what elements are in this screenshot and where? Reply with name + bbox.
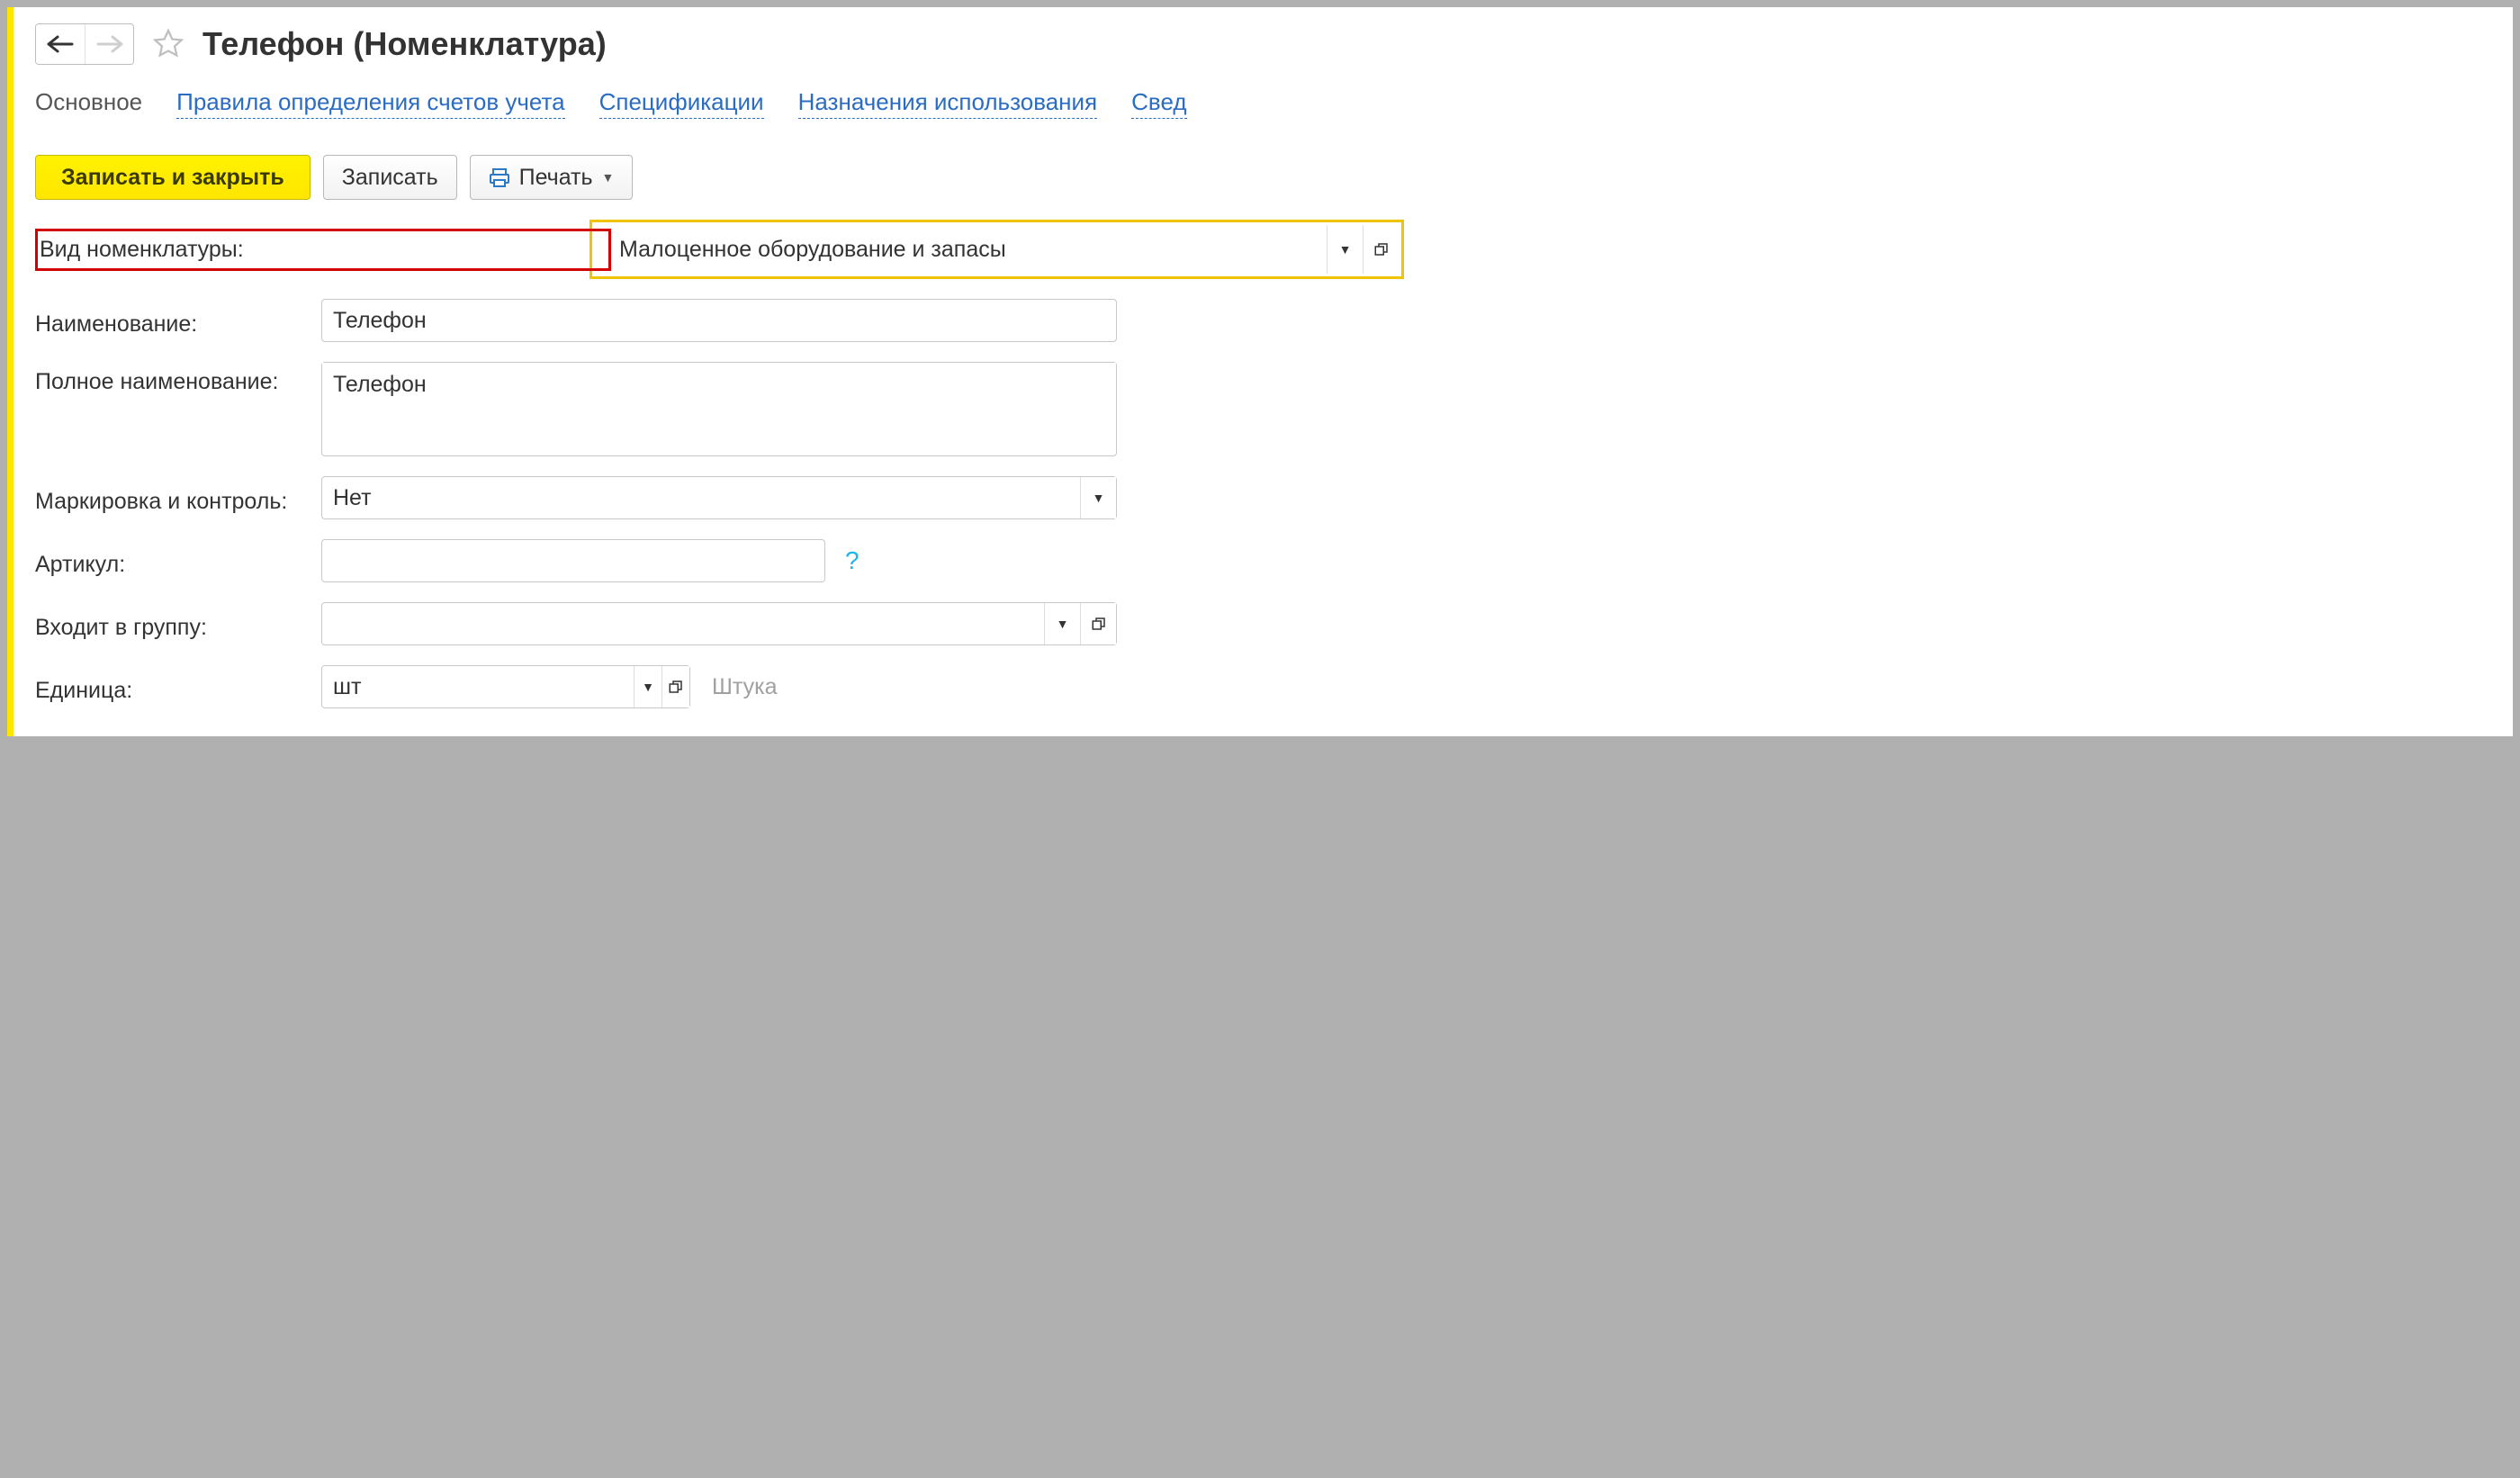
unit-open-button[interactable]: [662, 666, 689, 707]
fullname-input-wrap: [321, 362, 1117, 456]
chevron-down-icon: ▼: [1339, 242, 1352, 257]
type-input[interactable]: [608, 225, 1327, 274]
arrow-left-icon: [47, 35, 74, 53]
article-help-button[interactable]: ?: [845, 546, 860, 575]
save-button[interactable]: Записать: [323, 155, 457, 200]
group-label: Входит в группу:: [35, 608, 314, 641]
tab-specs[interactable]: Спецификации: [599, 88, 764, 119]
header: Телефон (Номенклатура): [35, 23, 2513, 65]
open-icon: [1373, 241, 1390, 257]
type-label: Вид номенклатуры:: [40, 237, 319, 263]
row-type: Вид номенклатуры: ▼: [35, 220, 2513, 279]
star-icon: [152, 28, 184, 60]
page-title: Телефон (Номенклатура): [202, 25, 607, 63]
type-open-button[interactable]: [1363, 225, 1399, 274]
row-article: Артикул: ?: [35, 539, 2513, 582]
unit-description: Штука: [712, 674, 778, 700]
marking-input-wrap: ▼: [321, 476, 1117, 519]
arrow-right-icon: [96, 35, 123, 53]
row-fullname: Полное наименование:: [35, 362, 2513, 456]
name-input[interactable]: [322, 300, 1116, 341]
form-window: Телефон (Номенклатура) Основное Правила …: [7, 7, 2513, 736]
marking-input[interactable]: [322, 477, 1080, 518]
highlight-red-box: Вид номенклатуры:: [35, 229, 611, 271]
group-open-button[interactable]: [1080, 603, 1116, 644]
printer-icon: [489, 167, 510, 188]
unit-label: Единица:: [35, 671, 314, 704]
tab-main[interactable]: Основное: [35, 88, 142, 119]
favorite-button[interactable]: [150, 26, 186, 62]
type-input-wrap: ▼: [608, 225, 1399, 274]
save-close-button[interactable]: Записать и закрыть: [35, 155, 310, 200]
name-label: Наименование:: [35, 304, 314, 338]
type-dropdown-button[interactable]: ▼: [1327, 225, 1363, 274]
forward-button[interactable]: [85, 24, 133, 64]
fullname-input[interactable]: [322, 363, 1116, 449]
unit-input-wrap: ▼: [321, 665, 690, 708]
chevron-down-icon: ▼: [1093, 491, 1105, 505]
open-icon: [1091, 616, 1107, 632]
name-input-wrap: [321, 299, 1117, 342]
tabs: Основное Правила определения счетов учет…: [35, 88, 2513, 119]
tab-usage[interactable]: Назначения использования: [798, 88, 1098, 119]
highlight-yellow-box: ▼: [590, 220, 1404, 279]
print-label: Печать: [519, 165, 593, 191]
group-dropdown-button[interactable]: ▼: [1044, 603, 1080, 644]
row-group: Входит в группу: ▼: [35, 602, 2513, 645]
row-name: Наименование:: [35, 299, 2513, 342]
marking-dropdown-button[interactable]: ▼: [1080, 477, 1116, 518]
group-input-wrap: ▼: [321, 602, 1117, 645]
article-input[interactable]: [322, 540, 824, 581]
unit-dropdown-button[interactable]: ▼: [634, 666, 662, 707]
article-input-wrap: [321, 539, 825, 582]
fullname-label: Полное наименование:: [35, 362, 314, 395]
open-icon: [668, 679, 684, 695]
article-label: Артикул:: [35, 545, 314, 578]
row-marking: Маркировка и контроль: ▼: [35, 476, 2513, 519]
tab-rules[interactable]: Правила определения счетов учета: [176, 88, 564, 119]
marking-label: Маркировка и контроль:: [35, 482, 314, 515]
group-input[interactable]: [322, 603, 1044, 644]
print-button[interactable]: Печать ▼: [470, 155, 634, 200]
toolbar: Записать и закрыть Записать Печать ▼: [35, 155, 2513, 200]
chevron-down-icon: ▼: [602, 170, 615, 185]
form: Вид номенклатуры: ▼ Наименование: Полное…: [35, 220, 2513, 708]
chevron-down-icon: ▼: [1057, 617, 1069, 631]
tab-info[interactable]: Свед: [1131, 88, 1186, 119]
row-unit: Единица: ▼ Штука: [35, 665, 2513, 708]
chevron-down-icon: ▼: [642, 680, 654, 694]
back-button[interactable]: [36, 24, 85, 64]
unit-input[interactable]: [322, 666, 634, 707]
nav-buttons: [35, 23, 134, 65]
